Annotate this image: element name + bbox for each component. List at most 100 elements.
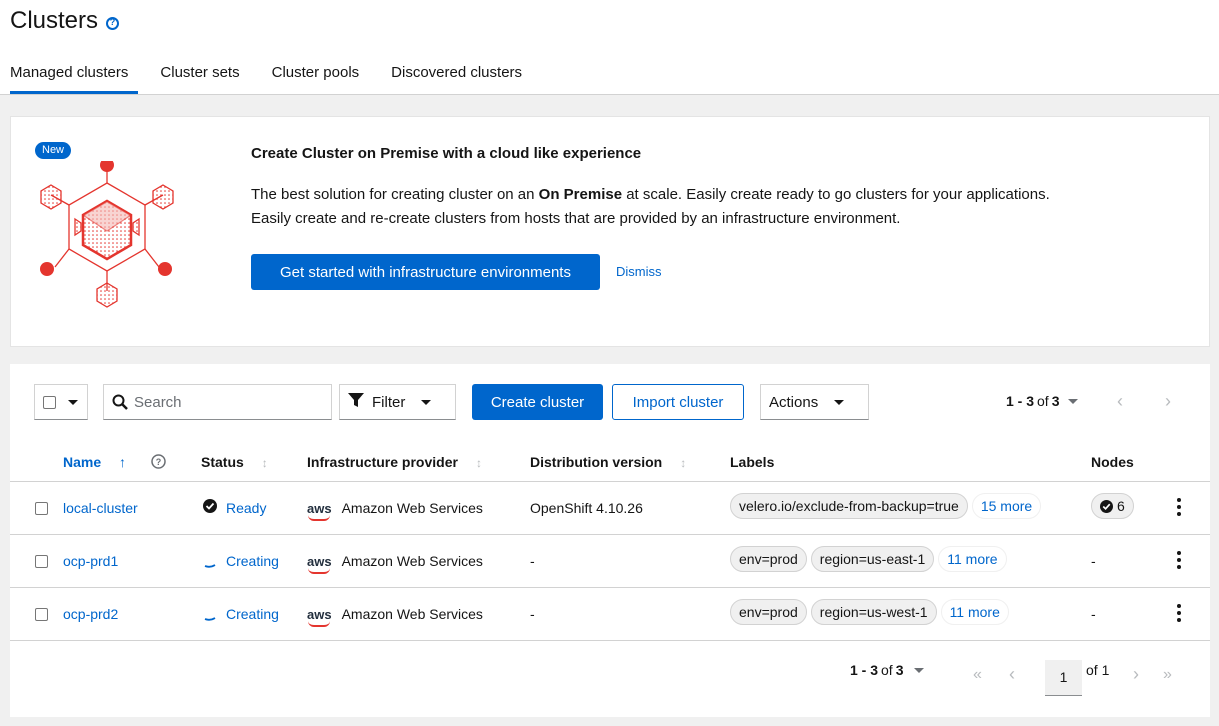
- create-cluster-button[interactable]: Create cluster: [472, 384, 603, 420]
- get-started-button[interactable]: Get started with infrastructure environm…: [251, 254, 600, 290]
- aws-logo-icon: aws: [307, 607, 332, 627]
- labels-group: env=prod region=us-west-1 11 more: [730, 599, 1009, 625]
- more-labels-button[interactable]: 11 more: [938, 546, 1007, 572]
- first-page-icon[interactable]: «: [973, 666, 982, 684]
- check-circle-icon: [203, 499, 217, 516]
- caret-down-icon: [1067, 398, 1078, 404]
- page-header: Clusters Managed clusters Cluster sets C…: [0, 0, 1219, 95]
- banner-desc-pre: The best solution for creating cluster o…: [251, 186, 539, 203]
- filter-label: Filter: [372, 393, 406, 411]
- table-header: Name ↑ ? Status ↕ Infrastructure provider…: [10, 444, 1210, 482]
- nodes-badge[interactable]: 6: [1091, 493, 1134, 519]
- provider-cell: aws Amazon Web Services: [307, 606, 483, 627]
- dismiss-link[interactable]: Dismiss: [616, 264, 662, 279]
- import-cluster-button[interactable]: Import cluster: [612, 384, 744, 420]
- distribution-version: -: [530, 553, 535, 569]
- actions-label: Actions: [769, 393, 819, 411]
- chevron-right-icon[interactable]: ›: [1133, 664, 1139, 685]
- pagination-total: 3: [1051, 393, 1060, 409]
- labels-group: velero.io/exclude-from-backup=true 15 mo…: [730, 493, 1042, 519]
- bulk-select-checkbox[interactable]: [43, 395, 56, 409]
- status-link[interactable]: Ready: [226, 500, 266, 516]
- label-chip: env=prod: [730, 599, 807, 625]
- banner-description: The best solution for creating cluster o…: [251, 183, 1151, 231]
- tab-discovered-clusters[interactable]: Discovered clusters: [381, 60, 532, 94]
- column-header-nodes: Nodes: [1091, 454, 1134, 470]
- sort-icon: ↕: [261, 456, 268, 470]
- page-title-text: Clusters: [10, 7, 99, 34]
- more-labels-button[interactable]: 11 more: [940, 599, 1009, 625]
- caret-down-icon: [68, 399, 78, 405]
- table-row: local-cluster Ready aws Amazon Web Servic…: [10, 482, 1210, 535]
- labels-group: env=prod region=us-east-1 11 more: [730, 546, 1007, 572]
- distribution-version: -: [530, 606, 535, 622]
- table-row: ocp-prd1 Creating aws Amazon Web Services…: [10, 535, 1210, 588]
- column-header-provider[interactable]: Infrastructure provider ↕: [307, 454, 482, 470]
- pagination-of: of: [881, 662, 893, 678]
- column-header-version[interactable]: Distribution version ↕: [530, 454, 686, 470]
- banner-desc-post: at scale. Easily create ready to go clus…: [622, 186, 1050, 203]
- chevron-right-icon[interactable]: ›: [1165, 391, 1171, 412]
- column-header-name[interactable]: Name ↑: [63, 454, 126, 470]
- bulk-select-dropdown[interactable]: [34, 384, 88, 420]
- tab-managed-clusters[interactable]: Managed clusters: [0, 60, 139, 94]
- pagination-total: 3: [895, 662, 904, 678]
- nodes-count: -: [1091, 606, 1096, 622]
- filter-dropdown[interactable]: Filter: [339, 384, 456, 420]
- chevron-left-icon[interactable]: ‹: [1009, 664, 1015, 685]
- caret-down-icon: [834, 399, 845, 405]
- page-count: of 1: [1086, 662, 1110, 678]
- cluster-name-link[interactable]: ocp-prd2: [63, 606, 118, 622]
- distribution-version: OpenShift 4.10.26: [530, 500, 643, 516]
- search-icon: [112, 394, 128, 410]
- label-chip: velero.io/exclude-from-backup=true: [730, 493, 968, 519]
- nodes-count: -: [1091, 553, 1096, 569]
- provider-name: Amazon Web Services: [341, 553, 483, 569]
- row-checkbox[interactable]: [35, 555, 48, 568]
- page-number-input[interactable]: 1: [1045, 660, 1082, 696]
- aws-logo-icon: aws: [307, 554, 332, 574]
- label-chip: region=us-west-1: [810, 599, 937, 625]
- spinner-icon: [203, 608, 217, 625]
- aws-logo-icon: aws: [307, 501, 332, 521]
- row-checkbox[interactable]: [35, 502, 48, 515]
- cluster-illustration: [40, 161, 174, 308]
- cluster-name-link[interactable]: ocp-prd1: [63, 553, 118, 569]
- kebab-menu-icon[interactable]: [1177, 604, 1181, 622]
- last-page-icon[interactable]: »: [1163, 666, 1172, 684]
- check-circle-icon: [1100, 499, 1113, 513]
- sort-icon: ↕: [475, 456, 482, 470]
- more-labels-button[interactable]: 15 more: [971, 493, 1042, 519]
- pagination-top[interactable]: 1 - 3 of 3: [1006, 393, 1078, 409]
- search-input[interactable]: [134, 393, 324, 411]
- provider-cell: aws Amazon Web Services: [307, 553, 483, 574]
- actions-dropdown[interactable]: Actions: [760, 384, 869, 420]
- cluster-name-link[interactable]: local-cluster: [63, 500, 138, 516]
- status-link[interactable]: Creating: [226, 553, 279, 569]
- tab-cluster-sets[interactable]: Cluster sets: [150, 60, 249, 94]
- column-help-icon[interactable]: ?: [151, 454, 166, 472]
- chevron-left-icon[interactable]: ‹: [1117, 391, 1123, 412]
- help-icon[interactable]: [106, 16, 120, 30]
- kebab-menu-icon[interactable]: [1177, 551, 1181, 569]
- clusters-table-card: Filter Create cluster Import cluster Act…: [10, 364, 1210, 717]
- filter-icon: [348, 392, 364, 412]
- column-provider-label: Infrastructure provider: [307, 454, 458, 470]
- svg-text:?: ?: [156, 457, 162, 467]
- nodes-count: 6: [1117, 498, 1125, 514]
- column-status-label: Status: [201, 454, 244, 470]
- kebab-menu-icon[interactable]: [1177, 498, 1181, 516]
- provider-cell: aws Amazon Web Services: [307, 500, 483, 521]
- banner-desc-bold: On Premise: [538, 186, 623, 203]
- pagination-bottom-toggle[interactable]: 1 - 3 of 3: [850, 662, 924, 678]
- search-box: [103, 384, 332, 420]
- pagination-range: 1 - 3: [850, 662, 879, 678]
- row-checkbox[interactable]: [35, 608, 48, 621]
- page-title: Clusters: [10, 7, 120, 35]
- new-badge: New: [35, 142, 72, 159]
- provider-name: Amazon Web Services: [341, 606, 483, 622]
- tabs: Managed clusters Cluster sets Cluster po…: [0, 60, 544, 94]
- status-link[interactable]: Creating: [226, 606, 279, 622]
- tab-cluster-pools[interactable]: Cluster pools: [262, 60, 370, 94]
- column-header-status[interactable]: Status ↕: [201, 454, 268, 470]
